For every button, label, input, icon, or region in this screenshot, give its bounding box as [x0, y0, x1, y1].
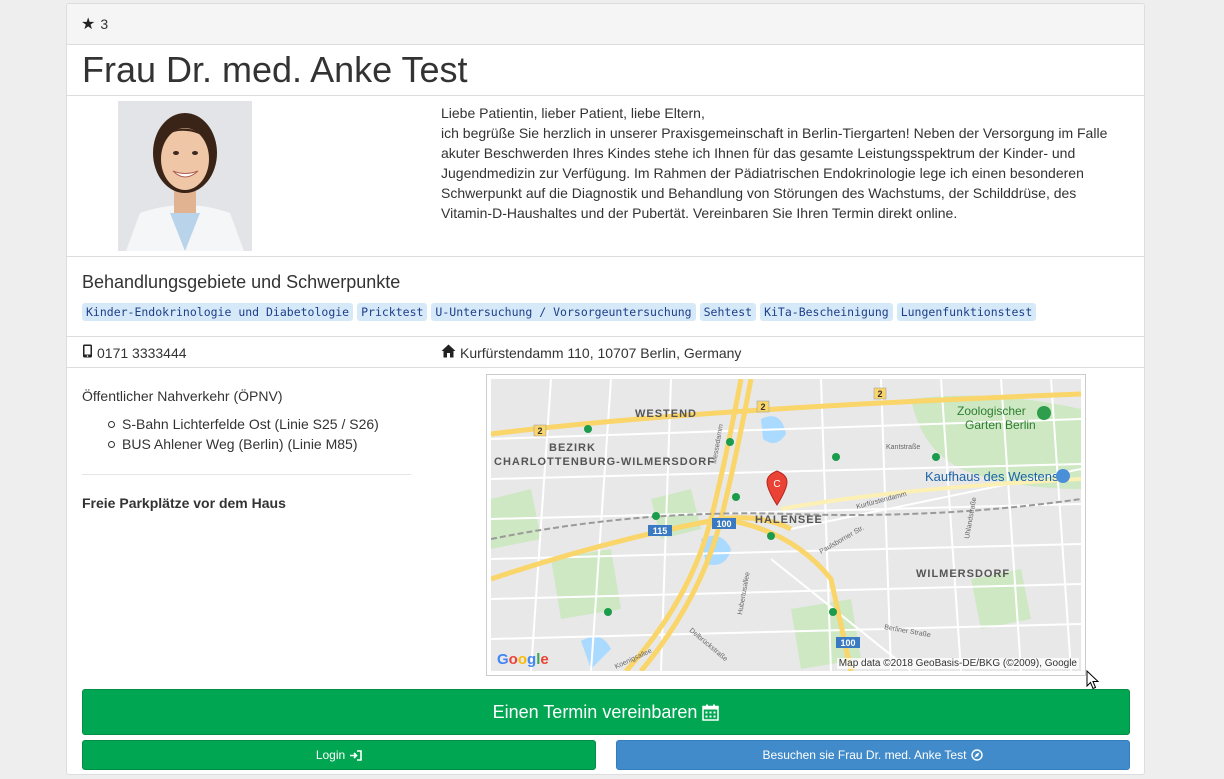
mouse-cursor-icon: [1086, 669, 1100, 693]
rating-value: 3: [100, 16, 109, 32]
map-label-zoo-2: Garten Berlin: [965, 418, 1036, 432]
appointment-button-label: Einen Termin vereinbaren: [492, 701, 698, 722]
map-road-100a: 100: [716, 519, 731, 529]
transit-item-sbahn: S-Bahn Lichterfelde Ost (Linie S25 / S26…: [122, 416, 379, 432]
map-label-kantstr: Kantstraße: [886, 444, 920, 451]
list-item: BUS Ahlener Weg (Berlin) (Linie M85): [108, 434, 411, 454]
map-attribution: Map data ©2018 GeoBasis-DE/BKG (©2009), …: [836, 658, 1079, 669]
address: Kurfürstendamm 110, 10707 Berlin, German…: [441, 344, 741, 361]
calendar-icon: [702, 704, 720, 721]
intro-row: Liebe Patientin, lieber Patient, liebe E…: [67, 96, 1144, 257]
intro-body: ich begrüße Sie herzlich in unserer Prax…: [441, 125, 1108, 221]
login-button[interactable]: Login: [82, 740, 596, 770]
phone-number: 0171 3333444: [97, 344, 187, 361]
divider: [82, 474, 411, 475]
transit-info: Öffentlicher Nahverkehr (ÖPNV) S-Bahn Li…: [82, 388, 411, 511]
bullet-icon: [108, 440, 115, 448]
map-label-zoo-1: Zoologischer: [957, 404, 1026, 418]
star-icon: ★: [81, 16, 96, 33]
tag-kita: KiTa-Bescheinigung: [760, 303, 893, 321]
map-label-westend: WESTEND: [635, 408, 697, 420]
appointment-button[interactable]: Einen Termin vereinbaren: [82, 689, 1130, 735]
map-container[interactable]: 2 2 2 100 100 115 WESTEND BEZIRK CHARLOT…: [486, 374, 1086, 676]
google-logo: Google: [497, 651, 549, 668]
transit-list: S-Bahn Lichterfelde Ost (Linie S25 / S26…: [82, 414, 411, 454]
map-road-2c: 2: [877, 389, 882, 399]
doctor-profile-panel: ★ 3 Frau Dr. med. Anke Test Liebe Patien…: [66, 3, 1145, 775]
map-marker-label: C: [773, 479, 780, 490]
map-label-cw: CHARLOTTENBURG-WILMERSDORF: [494, 456, 715, 468]
title-row: Frau Dr. med. Anke Test: [67, 45, 1144, 96]
map-road-2b: 2: [760, 402, 765, 412]
tag-u-untersuchung: U-Untersuchung / Vorsorgeuntersuchung: [431, 303, 696, 321]
map-road-100b: 100: [840, 638, 855, 648]
treatment-areas-title: Behandlungsgebiete und Schwerpunkte: [82, 272, 401, 292]
list-item: S-Bahn Lichterfelde Ost (Linie S25 / S26…: [108, 414, 411, 434]
address-text: Kurfürstendamm 110, 10707 Berlin, German…: [460, 344, 742, 361]
intro-greeting: Liebe Patientin, lieber Patient, liebe E…: [441, 105, 705, 121]
treatment-areas: Behandlungsgebiete und Schwerpunkte Kind…: [67, 257, 1144, 337]
map-road-2a: 2: [537, 426, 542, 436]
map-label-wilmersdorf: WILMERSDORF: [916, 568, 1010, 580]
doctor-photo: [118, 101, 252, 251]
map-label-halensee: HALENSEE: [755, 514, 823, 526]
phone: 0171 3333444: [82, 344, 187, 361]
google-map[interactable]: 2 2 2 100 100 115 WESTEND BEZIRK CHARLOT…: [491, 379, 1081, 671]
map-canvas[interactable]: 2 2 2 100 100 115 WESTEND BEZIRK CHARLOT…: [491, 379, 1081, 671]
mobile-phone-icon: [82, 344, 93, 361]
intro-text: Liebe Patientin, lieber Patient, liebe E…: [441, 103, 1126, 223]
rating-bar: ★ 3: [67, 4, 1144, 45]
login-button-label: Login: [315, 748, 346, 762]
map-label-bezirk: BEZIRK: [549, 442, 596, 454]
tag-pricktest: Pricktest: [357, 303, 428, 321]
doctor-name: Frau Dr. med. Anke Test: [82, 49, 468, 90]
tag-endocrinology: Kinder-Endokrinologie und Diabetologie: [82, 303, 354, 321]
visit-profile-button-label: Besuchen sie Frau Dr. med. Anke Test: [762, 748, 967, 762]
tag-lungenfunktion: Lungenfunktionstest: [896, 303, 1037, 321]
compass-icon: [971, 749, 984, 761]
visit-profile-button[interactable]: Besuchen sie Frau Dr. med. Anke Test: [616, 740, 1130, 770]
bullet-icon: [108, 420, 115, 428]
tag-sehtest: Sehtest: [699, 303, 757, 321]
contact-row: 0171 3333444 Kurfürstendamm 110, 10707 B…: [67, 337, 1144, 368]
map-road-115: 115: [653, 526, 668, 536]
transit-label: Öffentlicher Nahverkehr (ÖPNV): [82, 388, 283, 404]
tag-list: Kinder-Endokrinologie und Diabetologie P…: [82, 303, 1129, 321]
parking-info: Freie Parkplätze vor dem Haus: [82, 495, 286, 511]
map-label-kadewe: Kaufhaus des Westens: [925, 469, 1059, 484]
transit-item-bus: BUS Ahlener Weg (Berlin) (Linie M85): [122, 436, 358, 452]
home-icon: [441, 344, 456, 361]
sign-in-icon: [350, 749, 362, 761]
